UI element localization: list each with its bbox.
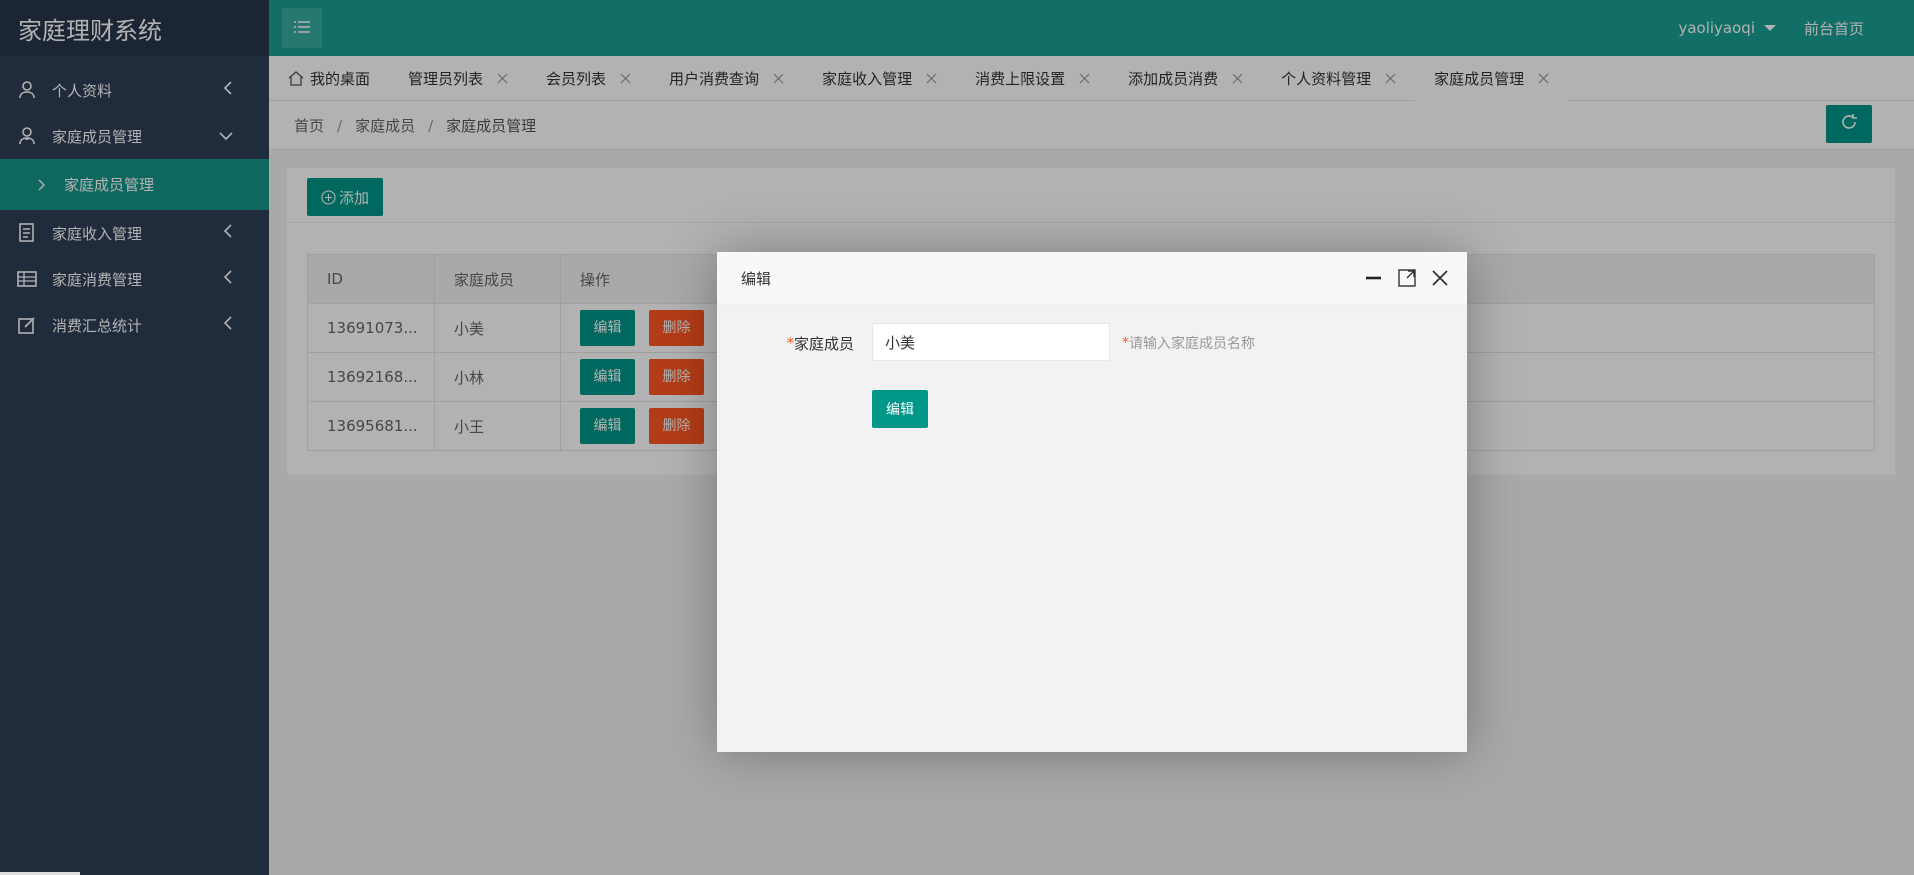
member-name-input[interactable] <box>872 323 1110 361</box>
edit-dialog: 编辑 *家庭成员 *请输入家庭成员名称 编辑 <box>717 252 1467 752</box>
field-label: * 家庭成员 <box>717 323 854 363</box>
dialog-title: 编辑 <box>741 270 772 288</box>
required-mark: * <box>1122 335 1129 351</box>
field-hint: * 请输入家庭成员名称 <box>1122 323 1255 363</box>
required-mark: * <box>786 334 794 352</box>
form-row-member: *家庭成员 *请输入家庭成员名称 <box>717 323 1467 363</box>
submit-edit-button[interactable]: 编辑 <box>872 390 928 428</box>
maximize-icon[interactable] <box>1397 268 1416 287</box>
minimize-icon[interactable] <box>1364 268 1383 287</box>
field-label-text: 家庭成员 <box>793 334 854 353</box>
dialog-header: 编辑 <box>717 252 1467 305</box>
field-hint-text: 请输入家庭成员名称 <box>1129 336 1255 352</box>
close-icon[interactable] <box>1430 268 1449 287</box>
dialog-controls <box>1364 268 1449 287</box>
